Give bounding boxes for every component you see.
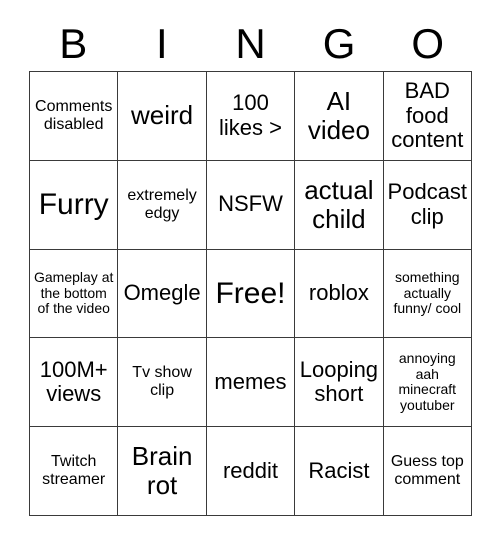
- bingo-cell-label: Free!: [215, 276, 286, 310]
- bingo-cell-label: Tv show clip: [132, 364, 192, 400]
- bingo-cell-r3-c4[interactable]: roblox: [295, 249, 384, 339]
- bingo-cell-label: BAD food content: [391, 77, 464, 153]
- bingo-cell-r4-c2[interactable]: Tv show clip: [118, 338, 207, 428]
- bingo-cell-r2-c4[interactable]: actual child: [295, 160, 384, 250]
- bingo-cell-r4-c5[interactable]: annoying aah minecraft youtuber: [383, 338, 472, 428]
- bingo-cell-r1-c1[interactable]: Comments disabled: [30, 72, 119, 161]
- bingo-cell-label: Furry: [38, 187, 109, 221]
- bingo-cell-r4-c1[interactable]: 100M+ views: [30, 338, 119, 428]
- bingo-cell-r1-c5[interactable]: BAD food content: [383, 72, 472, 161]
- bingo-cell-r5-c3[interactable]: reddit: [206, 427, 296, 516]
- bingo-cell-r5-c1[interactable]: Twitch streamer: [30, 427, 119, 516]
- bingo-cell-label: NSFW: [218, 191, 283, 217]
- bingo-cell-r2-c2[interactable]: extremely edgy: [118, 160, 207, 250]
- bingo-cell-label: AI video: [307, 85, 370, 145]
- bingo-cell-label: something actually funny/ cool: [393, 268, 462, 317]
- bingo-cell-label: Omegle: [123, 280, 201, 306]
- bingo-cell-r5-c5[interactable]: Guess top comment: [383, 427, 472, 516]
- bingo-cell-label: reddit: [222, 457, 279, 483]
- bingo-card: B I N G O Comments disabled weird 100 like…: [0, 0, 500, 544]
- bingo-cell-label: weird: [131, 100, 194, 131]
- bingo-cell-label: extremely edgy: [127, 186, 197, 222]
- bingo-cell-r2-c3[interactable]: NSFW: [206, 160, 296, 250]
- bingo-cell-label: memes: [214, 368, 287, 394]
- bingo-cell-label: Looping short: [299, 356, 379, 407]
- bingo-cell-r1-c3[interactable]: 100 likes >: [206, 72, 296, 161]
- bingo-cell-label: roblox: [308, 280, 369, 306]
- bingo-cell-r4-c4[interactable]: Looping short: [295, 338, 384, 428]
- bingo-cell-label: annoying aah minecraft youtuber: [398, 349, 457, 413]
- bingo-grid: Comments disabled weird 100 likes > AI vide…: [29, 71, 472, 516]
- bingo-cell-label: 100M+ views: [39, 356, 108, 407]
- bingo-cell-r2-c5[interactable]: Podcast clip: [383, 160, 472, 250]
- header-letter-b: B: [59, 20, 88, 67]
- bingo-cell-label: Brain rot: [131, 440, 193, 501]
- bingo-cell-r3-c3[interactable]: Free!: [206, 249, 296, 339]
- bingo-cell-r3-c2[interactable]: Omegle: [118, 249, 207, 339]
- header-letter-o: O: [411, 20, 444, 67]
- bingo-cell-label: Guess top comment: [390, 453, 464, 489]
- bingo-cell-r3-c1[interactable]: Gameplay at the bottom of the video: [30, 249, 119, 339]
- bingo-cell-r4-c3[interactable]: memes: [206, 338, 296, 428]
- bingo-cell-label: Gameplay at the bottom of the video: [34, 268, 114, 317]
- header-letter-g: G: [322, 20, 356, 67]
- bingo-cell-r2-c1[interactable]: Furry: [30, 160, 119, 250]
- bingo-cell-label: Twitch streamer: [42, 453, 106, 489]
- header-letter-i: I: [156, 20, 168, 67]
- bingo-cell-r5-c2[interactable]: Brain rot: [118, 427, 207, 516]
- header-letter-n: N: [235, 20, 266, 67]
- bingo-cell-label: actual child: [304, 174, 374, 234]
- bingo-cell-label: 100 likes >: [219, 90, 282, 140]
- bingo-cell-label: Comments disabled: [35, 97, 113, 133]
- bingo-cell-r3-c5[interactable]: something actually funny/ cool: [383, 249, 472, 339]
- bingo-cell-label: Racist: [308, 457, 370, 483]
- bingo-cell-r1-c2[interactable]: weird: [118, 72, 207, 161]
- bingo-header-row: B I N G O: [29, 17, 472, 71]
- bingo-cell-r1-c4[interactable]: AI video: [295, 72, 384, 161]
- bingo-cell-r5-c4[interactable]: Racist: [295, 427, 384, 516]
- bingo-cell-label: Podcast clip: [387, 179, 468, 229]
